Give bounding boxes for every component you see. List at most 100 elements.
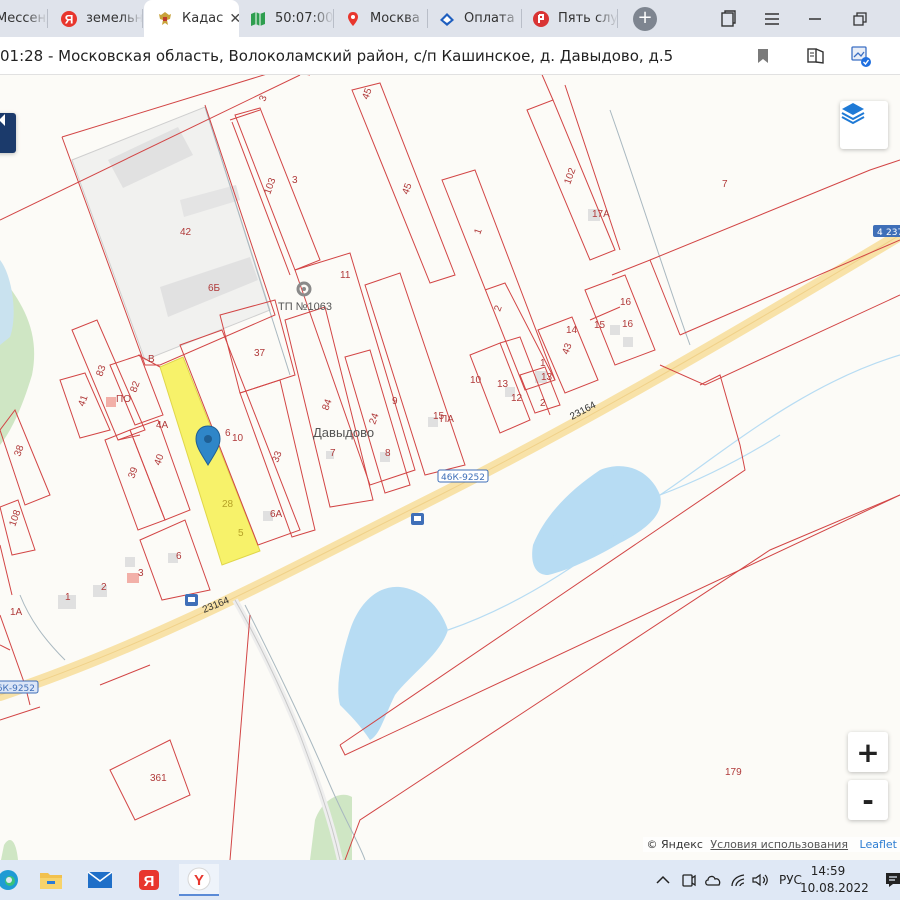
clock-date: 10.08.2022: [800, 881, 869, 895]
leaflet-link[interactable]: Leaflet: [860, 838, 897, 851]
close-tab-icon[interactable]: ✕: [229, 11, 239, 27]
mail-icon[interactable]: [80, 864, 120, 896]
parcel-number-label: 41: [76, 393, 90, 408]
yandex-icon: Я: [60, 10, 78, 28]
parcel-number-label: 3: [257, 94, 269, 103]
parcel-number-label: 12: [511, 393, 523, 404]
chevron-left-icon: [0, 114, 5, 126]
address-bar[interactable]: 01:28 - Московская область, Волоколамски…: [0, 37, 900, 75]
parcel-number-label: 39: [126, 465, 140, 480]
svg-text:237: 237: [886, 228, 900, 238]
edge-icon[interactable]: [0, 864, 28, 896]
tab-moscow[interactable]: Москва: [334, 0, 428, 37]
layers-button[interactable]: [840, 101, 888, 149]
terms-link[interactable]: Условия использования: [710, 838, 848, 851]
tray-chevron-icon[interactable]: [656, 860, 670, 900]
parcel-number-label: 11: [340, 270, 351, 281]
meet-now-icon[interactable]: [682, 860, 696, 900]
parcel-number-label: 103: [262, 176, 278, 196]
tab-yandex-search[interactable]: Я земельн: [48, 0, 143, 37]
svg-text:4: 4: [877, 228, 883, 238]
new-tab-button[interactable]: +: [633, 7, 657, 31]
parcel-number-label: 16: [620, 297, 632, 308]
road-shield: 4 237: [873, 225, 900, 238]
explorer-icon[interactable]: [31, 864, 71, 896]
parcel-number-label: 43: [560, 341, 574, 356]
clock[interactable]: 14:59 10.08.2022: [800, 863, 869, 897]
parcel-number-label: 2: [101, 582, 107, 593]
zoom-out-button[interactable]: -: [848, 780, 888, 820]
svg-text:46К-9252: 46К-9252: [0, 684, 35, 694]
menu-icon[interactable]: [761, 8, 783, 30]
parcel-number-label: 13: [497, 379, 509, 390]
parcel-number-label: 33: [270, 449, 284, 464]
bookmarks-panel-icon[interactable]: [717, 8, 739, 30]
cloud-icon[interactable]: [704, 860, 722, 900]
screenshot-extension-icon[interactable]: [850, 45, 872, 67]
parcel-number-label: 2: [540, 398, 546, 409]
parcel-number-label: 10: [470, 375, 482, 386]
tab-cadastre[interactable]: Кадас ✕: [144, 0, 239, 37]
svg-text:Я: Я: [144, 873, 155, 890]
parcel-number-label: 17А: [592, 209, 610, 220]
village-label: Давыдово: [313, 425, 374, 440]
yandex-icon[interactable]: Я: [129, 864, 169, 896]
cadastral-map[interactable]: 3 103 3 45 45 102 17А 7 42 6Б 1 11 2 16 16 14 15 43 37 83 82…: [0, 75, 900, 860]
parcel-number-label: 14: [566, 325, 578, 336]
attribution-text: © Яндекс: [646, 838, 703, 851]
page-title: 01:28 - Московская область, Волоколамски…: [0, 47, 674, 65]
parcel-number-label: 16: [622, 319, 634, 330]
parcel-number-label: 361: [150, 773, 167, 784]
parcel-number-label: 3: [138, 568, 144, 579]
parcel-number-label: 9: [392, 396, 398, 407]
svg-text:46К-9252: 46К-9252: [441, 473, 485, 483]
poi-label: ТП №1063: [278, 301, 332, 313]
notification-icon[interactable]: [884, 860, 900, 900]
parcel-number-label: 7: [330, 448, 336, 459]
payment-icon: [438, 10, 456, 28]
bus-stop-icon[interactable]: [411, 513, 424, 525]
parcel-number-label: 38: [12, 443, 26, 458]
yandex-browser-icon[interactable]: Y: [179, 864, 219, 896]
bus-stop-icon[interactable]: [185, 594, 198, 606]
parcel-number-label: В: [148, 354, 155, 365]
tab-label: Кадас: [182, 11, 224, 26]
parcel-number-label: 6А: [270, 509, 283, 520]
volume-icon[interactable]: [752, 860, 770, 900]
tab-payment[interactable]: Оплата: [428, 0, 522, 37]
parcel-number-label: 1: [65, 592, 71, 603]
tab-five-services[interactable]: Пять слу: [522, 0, 618, 37]
reader-mode-icon[interactable]: [805, 45, 827, 67]
parcel-number-label: ПА: [440, 414, 454, 425]
parcel-number-label: 83: [94, 363, 108, 378]
layers-icon: [841, 103, 865, 125]
bookmark-icon[interactable]: [752, 45, 774, 67]
zoom-in-button[interactable]: +: [848, 732, 888, 772]
wifi-icon[interactable]: [730, 860, 746, 900]
location-icon: [344, 10, 362, 28]
tab-cadastral-number[interactable]: 50:07:00: [239, 0, 334, 37]
emblem-icon: [156, 10, 174, 28]
tab-messenger[interactable]: Мессенд: [0, 0, 48, 37]
language-indicator[interactable]: РУС: [779, 860, 802, 900]
svg-text:Я: Я: [65, 12, 74, 26]
parcel-number-label: 6: [225, 428, 231, 439]
parcel-number-label: 102: [562, 166, 578, 186]
browser-tab-strip: Мессенд Я земельн Кадас ✕ 50:07:00 Москв…: [0, 0, 900, 37]
parcel-number-label: 37: [254, 348, 266, 359]
parcel-number-label: 7: [722, 179, 728, 190]
restore-icon[interactable]: [849, 8, 871, 30]
transformer-station-icon[interactable]: [296, 281, 312, 297]
parcel-number-label: 28: [222, 499, 234, 510]
parcel-number-label: 13: [541, 372, 553, 383]
parcel-number-label: 24: [367, 411, 381, 426]
parcel-number-label: 179: [725, 767, 742, 778]
parcel-number-label: 4А: [156, 420, 169, 431]
parcel-number-label: 10: [232, 433, 244, 444]
parcel-number-label: 45: [360, 86, 374, 101]
minimize-icon[interactable]: [804, 8, 826, 30]
parcel-number-label: 42: [180, 227, 192, 238]
parcel-number-label: 1: [540, 358, 546, 369]
parcel-number-label: 45: [400, 181, 414, 196]
collapse-panel-button[interactable]: [0, 113, 16, 153]
